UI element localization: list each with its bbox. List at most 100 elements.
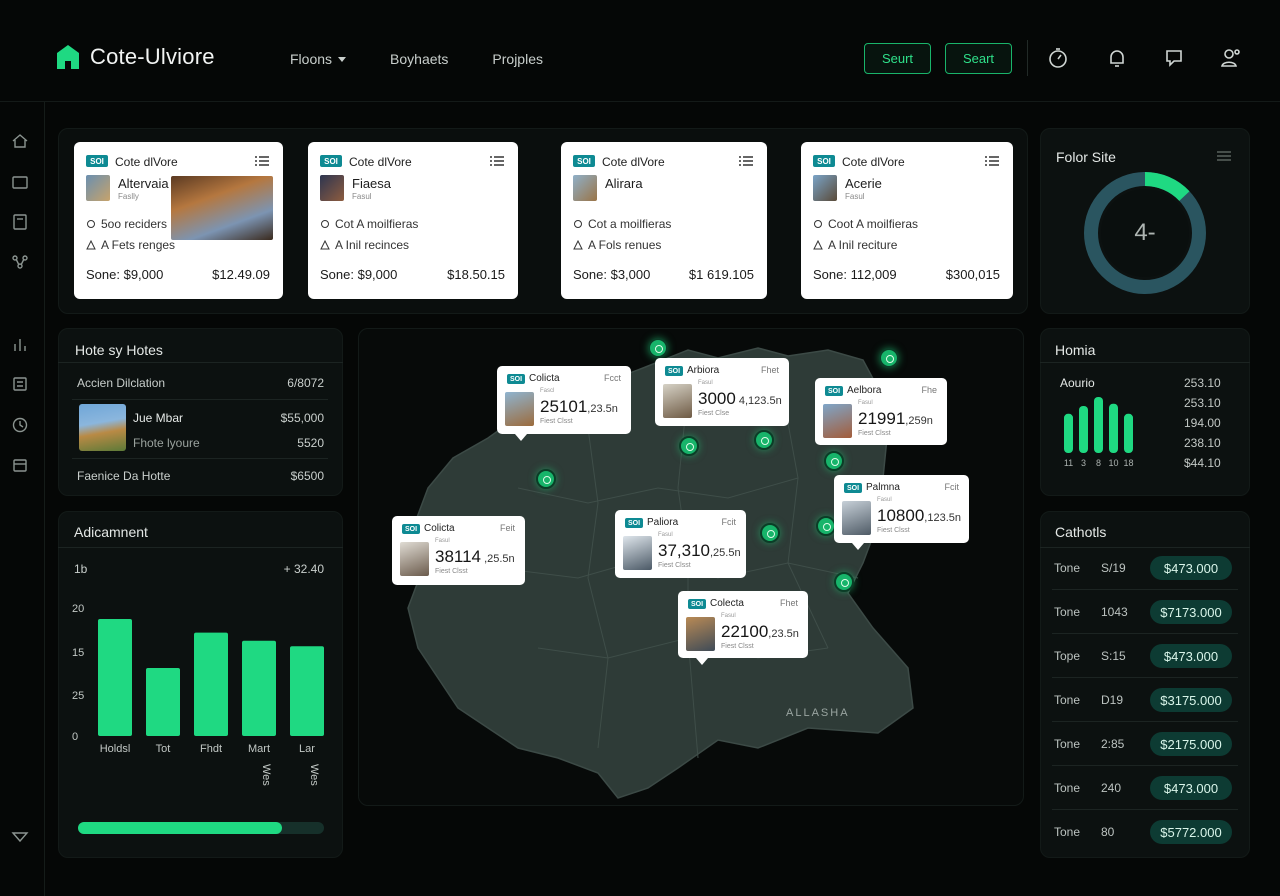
menu-icon[interactable] <box>1217 151 1231 161</box>
document-icon[interactable] <box>11 213 29 231</box>
homia-value: 253.10 <box>1184 376 1221 390</box>
menu-icon[interactable] <box>985 156 999 166</box>
map-card-photo <box>505 392 534 426</box>
map-card-sub: Fasul <box>721 613 736 619</box>
x-tick-label: 11 <box>1064 458 1073 468</box>
divider <box>1052 765 1238 766</box>
hotel-row-label[interactable]: Faenice Da Hotte <box>77 469 170 483</box>
card-detail-text: Cot A moilfieras <box>335 217 419 231</box>
divider <box>1052 809 1238 810</box>
map-card-pointer <box>852 543 864 550</box>
hotel-card[interactable]: SOI Cote dlVore Acerie Fasul Coot A moil… <box>801 142 1013 299</box>
bell-icon[interactable] <box>1105 46 1129 70</box>
network-icon[interactable] <box>11 253 29 271</box>
folder-icon[interactable] <box>11 173 29 191</box>
panel-title: Hote sy Hotes <box>75 342 163 358</box>
map-pin[interactable] <box>879 348 899 368</box>
brand-logo-icon: SOI <box>86 155 108 167</box>
card-some: Sone: $9,000 <box>320 267 398 282</box>
map-pin[interactable] <box>754 430 774 450</box>
map-card-photo <box>623 536 652 570</box>
map-pin[interactable] <box>816 516 836 536</box>
amount-pill[interactable]: $473.000 <box>1150 776 1232 800</box>
nav-item-boyhaets[interactable]: Boyhaets <box>390 51 448 67</box>
main-nav: Floons Boyhaets Projples <box>290 51 543 67</box>
map-pin[interactable] <box>824 451 844 471</box>
user-settings-icon[interactable] <box>1218 46 1242 70</box>
collapse-icon[interactable] <box>11 828 29 846</box>
divider <box>1040 362 1250 363</box>
link-icon <box>321 220 329 228</box>
hotel-card[interactable]: SOI Cote dlVore Altervaia Faslly 5oo rec… <box>74 142 283 299</box>
clock-icon[interactable] <box>11 416 29 434</box>
hotel-row-label[interactable]: Accien Dilclation <box>77 376 165 390</box>
sidebar <box>0 102 45 896</box>
map-card[interactable]: SOI Colecta Fhet Fasul 22100,23.5n Fiest… <box>678 591 808 665</box>
calendar-icon[interactable] <box>11 456 29 474</box>
map-pin[interactable] <box>834 572 854 592</box>
map-pin[interactable] <box>536 469 556 489</box>
x-tick-label: 8 <box>1096 458 1101 468</box>
amount-pill[interactable]: $473.000 <box>1150 556 1232 580</box>
x-sub-label: Wes <box>260 764 272 786</box>
nav-item-floons[interactable]: Floons <box>290 51 347 67</box>
amount-pill[interactable]: $3175.000 <box>1150 688 1232 712</box>
amount-pill[interactable]: $5772.000 <box>1150 820 1232 844</box>
bar <box>98 619 132 736</box>
brand-logo-icon: SOI <box>813 155 835 167</box>
map-card[interactable]: SOI Colicta Feit Fasul 38114 ,25.5n Fies… <box>392 516 525 585</box>
chart-icon[interactable] <box>11 336 29 354</box>
cathotls-row-code: S:15 <box>1101 649 1126 663</box>
map-card[interactable]: SOI Paliora Fcit Fasul 37,310,25.5n Fies… <box>615 510 746 578</box>
map-card-number: 3000 <box>698 389 736 408</box>
card-detail-line: Coot A moilfieras <box>813 217 918 231</box>
hotel-row-value: 5520 <box>297 436 324 450</box>
menu-icon[interactable] <box>255 156 269 166</box>
map-card[interactable]: SOI Colicta Fcct Fascl 25101,23.5n Fiest… <box>497 366 631 441</box>
list-icon[interactable] <box>11 375 29 393</box>
hotel-row-label[interactable]: Jue Mbar <box>133 411 183 425</box>
menu-icon[interactable] <box>490 156 504 166</box>
menu-icon[interactable] <box>739 156 753 166</box>
homia-value: 253.10 <box>1184 396 1221 410</box>
bar <box>1064 413 1073 453</box>
map-card[interactable]: SOI Aelbora Fhe Fasul 21991,259n Fiest C… <box>815 378 947 445</box>
hotel-card[interactable]: SOI Cote dlVore Fiaesa Fasul Cot A moilf… <box>308 142 518 299</box>
gauge-value: 4- <box>1134 219 1155 246</box>
map-card-bottom: Fiest Clsst <box>858 430 891 437</box>
seart-button[interactable]: Seart <box>945 43 1012 74</box>
x-tick-label: 10 <box>1108 458 1118 468</box>
hotel-name: Acerie <box>845 176 882 191</box>
map-card-tag: Fhe <box>921 385 937 395</box>
cathotls-row-label: Tone <box>1054 693 1081 707</box>
card-detail-line: A Fets renges <box>86 238 175 252</box>
map-pin[interactable] <box>760 523 780 543</box>
progress-track <box>78 822 324 834</box>
map-card[interactable]: SOI Arbiora Fhet Fasul 3000 4,123.5n Fie… <box>655 358 789 426</box>
y-tick-label: 0 <box>72 731 78 743</box>
x-tick-label: 18 <box>1123 458 1133 468</box>
amount-pill[interactable]: $7173.000 <box>1150 600 1232 624</box>
cathotls-row-code: 240 <box>1101 781 1122 795</box>
cathotls-row-label: Tone <box>1054 561 1081 575</box>
amount-pill[interactable]: $473.000 <box>1150 644 1232 668</box>
cathotls-row-label: Tope <box>1054 649 1081 663</box>
timer-icon[interactable] <box>1046 46 1070 70</box>
nav-item-label: Boyhaets <box>390 51 449 67</box>
x-sub-label: Wes <box>308 764 320 786</box>
map-card-number: 21991 <box>858 409 906 428</box>
hotel-photo <box>79 404 126 451</box>
homia-subtitle: Aourio <box>1060 376 1095 390</box>
home-icon[interactable] <box>11 132 29 150</box>
seurt-button[interactable]: Seurt <box>864 43 931 74</box>
map-pin[interactable] <box>679 436 699 456</box>
hotel-card[interactable]: SOI Cote dlVore Alirara Cot a moilfieras… <box>561 142 767 299</box>
map-pin[interactable] <box>648 338 668 358</box>
amount-pill[interactable]: $2175.000 <box>1150 732 1232 756</box>
nav-item-projples[interactable]: Projples <box>492 51 543 67</box>
map-card-name: Palmna <box>866 482 900 493</box>
brand[interactable]: Cote-Ulviore <box>56 44 215 70</box>
map-card[interactable]: SOI Palmna Fcit Fasul 10800,123.5n Fiest… <box>834 475 969 550</box>
chat-icon[interactable] <box>1162 46 1186 70</box>
card-detail-text: Cot a moilfieras <box>588 217 672 231</box>
